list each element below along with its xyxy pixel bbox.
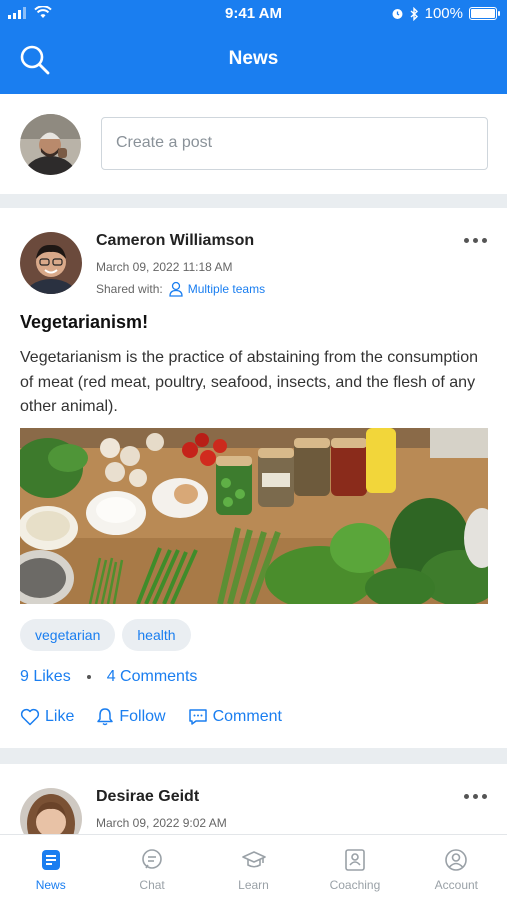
create-post-input[interactable]: Create a post: [101, 117, 488, 170]
like-label: Like: [45, 707, 75, 725]
shared-with-teams-link[interactable]: Multiple teams: [168, 281, 265, 297]
comment-button[interactable]: Comment: [188, 707, 282, 726]
tab-label: Chat: [139, 878, 165, 892]
battery-icon: [469, 7, 500, 20]
tab-bar: News Chat Learn Coaching Account: [0, 834, 507, 900]
follow-label: Follow: [119, 707, 166, 725]
author-name[interactable]: Desirae Geidt: [96, 788, 199, 806]
battery-percent: 100%: [424, 5, 463, 22]
alarm-icon: [392, 9, 403, 19]
graduation-cap-icon: [241, 851, 266, 868]
tab-label: Account: [434, 878, 478, 892]
shared-with: Shared with: Multiple teams: [96, 281, 265, 297]
tab-label: Learn: [238, 878, 269, 892]
tab-learn[interactable]: Learn: [203, 835, 304, 900]
shared-with-teams: Multiple teams: [187, 282, 266, 296]
likes-count[interactable]: 9 Likes: [20, 668, 71, 686]
post-stats: 9 Likes 4 Comments: [20, 668, 197, 686]
comment-icon: [188, 708, 207, 725]
coaching-icon: [345, 849, 365, 871]
separator-dot: [86, 675, 91, 679]
post-body: Vegetarianism is the practice of abstain…: [20, 349, 479, 415]
chat-icon: [142, 849, 162, 869]
status-bar: 9:41 AM 100%: [0, 0, 507, 27]
tab-label: News: [35, 878, 66, 892]
comment-label: Comment: [212, 707, 282, 725]
author-avatar[interactable]: [20, 788, 82, 834]
tab-news[interactable]: News: [0, 835, 101, 900]
news-post: Cameron Williamson March 09, 2022 11:18 …: [0, 208, 507, 748]
post-datetime: March 09, 2022 9:02 AM: [96, 816, 227, 830]
post-composer: Create a post: [0, 94, 507, 194]
more-options-icon[interactable]: [464, 238, 487, 243]
tab-coaching[interactable]: Coaching: [304, 835, 405, 900]
bell-icon: [97, 708, 114, 726]
header-bar: News: [0, 27, 507, 94]
post-image[interactable]: [20, 428, 488, 604]
more-options-icon[interactable]: [464, 794, 487, 799]
follow-button[interactable]: Follow: [96, 707, 166, 726]
tag-chip[interactable]: health: [122, 619, 191, 651]
tab-chat[interactable]: Chat: [101, 835, 202, 900]
tab-account[interactable]: Account: [406, 835, 507, 900]
tab-label: Coaching: [329, 878, 381, 892]
like-button[interactable]: Like: [20, 707, 74, 726]
post-title: Vegetarianism!: [20, 312, 149, 332]
author-avatar[interactable]: [20, 232, 82, 294]
post-actions: Like Follow Comment: [20, 707, 282, 726]
shared-with-label: Shared with:: [96, 282, 163, 296]
heart-icon: [20, 708, 40, 725]
current-user-avatar[interactable]: [20, 114, 81, 175]
post-datetime: March 09, 2022 11:18 AM: [96, 260, 233, 274]
news-post: Desirae Geidt March 09, 2022 9:02 AM: [0, 764, 507, 834]
account-icon: [445, 849, 468, 871]
bluetooth-icon: [410, 6, 418, 21]
author-name[interactable]: Cameron Williamson: [96, 232, 254, 250]
comments-count[interactable]: 4 Comments: [107, 668, 198, 686]
status-right: 100%: [391, 5, 500, 22]
page-title: News: [228, 48, 279, 69]
news-icon: [41, 850, 60, 870]
user-icon: [169, 281, 183, 297]
tag-list: vegetarian health: [20, 619, 191, 651]
tag-chip[interactable]: vegetarian: [20, 619, 116, 651]
